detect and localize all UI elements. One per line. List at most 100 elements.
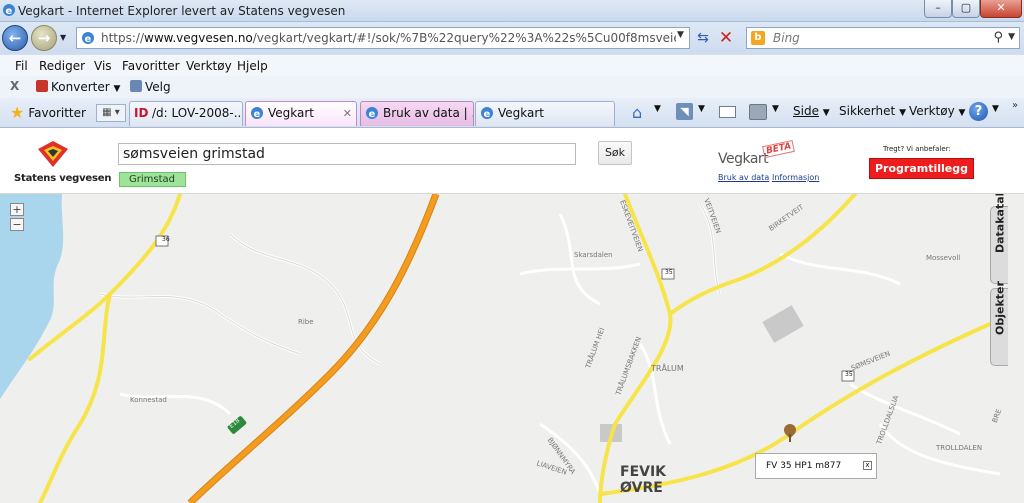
search-icon[interactable]: ⚲ xyxy=(993,30,1003,45)
place-label-fevik: FEVIK ØVRE xyxy=(620,464,667,496)
svg-text:e: e xyxy=(369,109,376,120)
beta-badge: BETA xyxy=(762,139,796,159)
link-usage-of-data[interactable]: Bruk av data xyxy=(718,173,769,182)
favorites-star-icon: ★ xyxy=(10,103,25,122)
ie-tab-icon: e xyxy=(481,107,493,120)
minimize-icon: – xyxy=(935,1,941,14)
tab-close-icon[interactable]: ✕ xyxy=(343,102,352,125)
convert-button[interactable]: Konverter ▼ xyxy=(36,80,120,94)
map-label: Konnestad xyxy=(130,396,167,404)
svg-text:e: e xyxy=(484,109,491,120)
convert-icon xyxy=(36,80,48,92)
more-chevron-icon[interactable]: » xyxy=(1012,100,1018,111)
motorway-e18-outline xyxy=(187,194,440,503)
svg-text:e: e xyxy=(254,109,261,120)
building-block xyxy=(762,305,804,343)
forward-button[interactable]: → xyxy=(31,25,57,51)
toolbar-close-icon[interactable]: X xyxy=(10,79,19,93)
refresh-icon[interactable]: ⇆ xyxy=(693,28,713,48)
vegkart-page: Statens vegvesen sømsveien grimstad Søk … xyxy=(0,129,1024,503)
road-number: 35 xyxy=(665,269,673,276)
popup-text: FV 35 HP1 m877 xyxy=(766,461,842,471)
address-bar[interactable]: e https://www.vegvesen.no/vegkart/vegkar… xyxy=(76,27,690,49)
close-icon: ✕ xyxy=(996,1,1006,14)
search-dropdown-icon[interactable]: ▼ xyxy=(1008,32,1015,42)
help-dropdown-icon[interactable]: ▼ xyxy=(992,104,999,114)
svg-text:e: e xyxy=(85,34,92,45)
window-titlebar: e Vegkart - Internet Explorer levert av … xyxy=(0,0,1024,22)
data-catalog-panel-tab[interactable]: Datakatalog xyxy=(990,194,1008,284)
zoom-out-button[interactable]: − xyxy=(10,218,24,231)
window-title: Vegkart - Internet Explorer levert av St… xyxy=(18,4,346,18)
lovdata-icon: ID xyxy=(134,106,149,120)
plugin-button[interactable]: Programtillegg xyxy=(869,158,974,179)
maximize-icon: ▢ xyxy=(960,1,972,14)
tab-vegkart-active[interactable]: e Vegkart ✕ xyxy=(245,101,357,126)
map-label: Ribe xyxy=(298,318,314,326)
popup-close-icon[interactable]: x xyxy=(863,461,872,470)
app-title: Vegkart xyxy=(718,151,769,167)
map-label: TROLLDALEN xyxy=(936,444,983,452)
menu-help[interactable]: Hjelp xyxy=(237,59,268,73)
select-button[interactable]: Velg xyxy=(130,80,171,94)
menu-view[interactable]: Vis xyxy=(94,59,112,73)
map-label: Mossevoll xyxy=(926,254,961,262)
print-dropdown-icon[interactable]: ▼ xyxy=(772,104,779,114)
address-toolbar: ← → ▼ e https://www.vegvesen.no/vegkart/… xyxy=(0,22,1024,54)
page-menu[interactable]: Side ▼ xyxy=(793,104,830,118)
address-dropdown-icon[interactable]: ▼ xyxy=(677,30,684,40)
address-search-input[interactable]: sømsveien grimstad xyxy=(118,143,576,165)
tab-lov[interactable]: ID /d: LOV-2008-... xyxy=(129,101,243,126)
mail-icon[interactable] xyxy=(719,106,736,118)
ie-tab-icon: e xyxy=(366,107,378,120)
favorites-tab-bar: ★ Favoritter ▦ ▾ ID /d: LOV-2008-... e Ve… xyxy=(0,98,1024,128)
print-icon[interactable] xyxy=(749,104,767,120)
close-button[interactable]: ✕ xyxy=(980,0,1022,18)
statens-vegvesen-logo xyxy=(38,141,68,167)
map-label: TRÅLUM xyxy=(651,364,684,373)
safety-menu[interactable]: Sikkerhet ▼ xyxy=(839,104,906,118)
road-number: 35 xyxy=(845,371,853,378)
objects-panel-tab[interactable]: Objekter xyxy=(990,281,1008,366)
site-header: Statens vegvesen sømsveien grimstad Søk … xyxy=(0,129,1024,194)
home-dropdown-icon[interactable]: ▼ xyxy=(654,104,661,114)
map-view[interactable]: Skarsdalen Ribe Konnestad Mossevoll TRÅL… xyxy=(0,194,1024,503)
link-information[interactable]: Informasjon xyxy=(772,173,819,182)
forward-arrow-icon: → xyxy=(37,29,51,47)
stop-icon[interactable]: ✕ xyxy=(716,28,736,48)
municipality-tag[interactable]: Grimstad xyxy=(119,172,186,187)
back-button[interactable]: ← xyxy=(2,25,28,51)
maximize-button[interactable]: ▢ xyxy=(952,0,980,18)
rss-feed-icon[interactable]: ◥ xyxy=(676,103,693,120)
menu-edit[interactable]: Rediger xyxy=(39,59,85,73)
ie-app-icon: e xyxy=(3,4,15,17)
tab-bruk-av-data[interactable]: e Bruk av data | ... xyxy=(360,101,474,126)
minimize-button[interactable]: – xyxy=(924,0,952,18)
history-dropdown-icon[interactable]: ▼ xyxy=(60,33,66,42)
menu-file[interactable]: Fil xyxy=(15,59,28,73)
menu-favorites[interactable]: Favoritter xyxy=(122,59,180,73)
org-name: Statens vegvesen xyxy=(14,173,112,184)
tab-vegkart[interactable]: e Vegkart xyxy=(475,101,615,126)
search-button[interactable]: Søk xyxy=(598,141,632,165)
search-placeholder: Bing xyxy=(773,31,800,45)
tools-menu[interactable]: Verktøy ▼ xyxy=(909,104,965,118)
help-icon[interactable]: ? xyxy=(969,102,988,121)
favorites-button[interactable]: ★ Favoritter xyxy=(4,102,92,124)
bing-icon: b xyxy=(751,31,765,45)
quick-tabs-icon: ▦ ▾ xyxy=(102,107,120,118)
home-icon[interactable]: ⌂ xyxy=(632,103,642,122)
map-label: Skarsdalen xyxy=(574,251,613,259)
convert-dropdown-icon[interactable]: ▼ xyxy=(114,84,121,94)
recommend-text: Tregt? Vi anbefaler: xyxy=(883,145,951,153)
quick-tabs-button[interactable]: ▦ ▾ xyxy=(96,104,126,122)
menu-tools[interactable]: Verktøy xyxy=(186,59,232,73)
ie-page-icon: e xyxy=(82,32,94,45)
motorway-e18 xyxy=(188,194,439,503)
select-icon xyxy=(130,80,142,92)
feeds-dropdown-icon[interactable]: ▼ xyxy=(698,104,705,114)
zoom-in-button[interactable]: + xyxy=(10,203,24,216)
search-box[interactable]: b Bing ⚲ ▼ xyxy=(746,27,1020,49)
address-url[interactable]: https://www.vegvesen.no/vegkart/vegkart/… xyxy=(101,31,676,45)
road-number: 36 xyxy=(162,236,170,243)
